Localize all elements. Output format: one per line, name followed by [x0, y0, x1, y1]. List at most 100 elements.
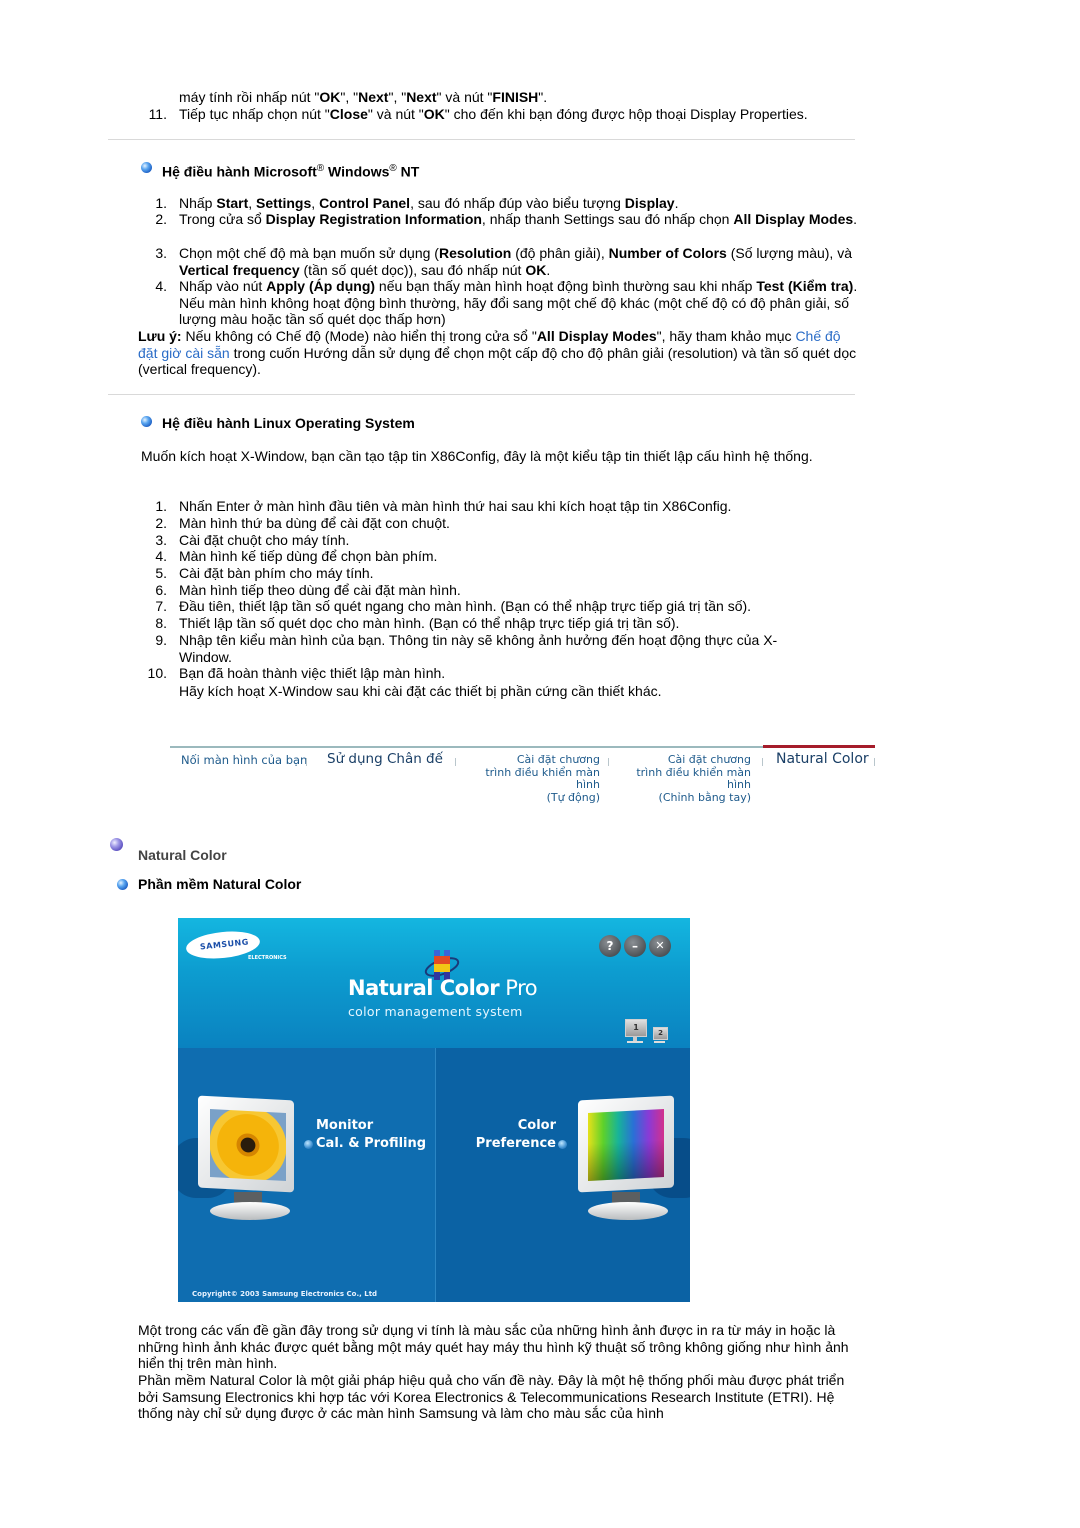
- tab-label: (Tự động): [546, 790, 600, 804]
- tab-natural-color[interactable]: Natural Color: [776, 751, 869, 767]
- color-palette-image: [588, 1109, 664, 1181]
- step-number: 1.: [155, 498, 167, 514]
- close-icon[interactable]: ✕: [649, 935, 671, 957]
- tab-label: Sử dụng Chân đế: [327, 751, 443, 767]
- close-label: Close: [329, 106, 368, 122]
- samsung-brand-sub: ELECTRONICS: [248, 955, 287, 961]
- test-label: Test (Kiểm tra): [756, 278, 854, 294]
- start-label: Start: [216, 195, 249, 211]
- step-number: 7.: [155, 598, 167, 614]
- resolution-label: Resolution: [438, 245, 512, 261]
- text: .: [674, 195, 679, 211]
- option-label: Monitor: [316, 1118, 374, 1133]
- text: .: [546, 261, 551, 278]
- tab-label: (Chỉnh bằng tay): [658, 790, 751, 804]
- bullet-icon: [110, 838, 123, 851]
- app-title: Natural Color Pro: [348, 978, 538, 999]
- paragraph: Phần mềm Natural Color là một giải pháp …: [138, 1372, 845, 1422]
- nav-line: [170, 746, 763, 748]
- divider: [108, 139, 855, 140]
- divider: [108, 394, 855, 395]
- text: Nhấp vào nút: [179, 278, 267, 294]
- monitor-base: [588, 1202, 668, 1220]
- step-11: Tiếp tục nhấp chọn nút "Close" và nút "O…: [179, 106, 859, 123]
- nav-line-active: [763, 745, 875, 748]
- section-title-windows-nt: Hệ điều hành Microsoft® Windows® NT: [162, 161, 419, 180]
- step-number: 5.: [155, 565, 167, 581]
- registered-mark: ®: [389, 163, 397, 174]
- linux-step: Bạn đã hoàn thành việc thiết lập màn hìn…: [179, 665, 446, 681]
- tab-separator: [762, 758, 763, 766]
- tab-driver-auto[interactable]: Cài đặt chương trình điều khiển màn hình…: [466, 753, 600, 804]
- step-number: 4.: [155, 278, 167, 294]
- step-number: 4.: [155, 548, 167, 564]
- text: Trong cửa sổ: [179, 211, 266, 227]
- winnt-step-4: Nhấp vào nút Apply (Áp dụng) nếu bạn thấ…: [179, 278, 859, 328]
- text: (Số lượng màu), và: [726, 245, 852, 261]
- text: trong cuốn Hướng dẫn sử dụng để chọn một…: [138, 344, 857, 378]
- text: " và nút ": [436, 89, 493, 105]
- note-label: Lưu ý:: [138, 328, 182, 344]
- tab-driver-manual[interactable]: Cài đặt chương trình điều khiển màn hình…: [615, 753, 751, 804]
- winnt-step-3: Chọn một chế độ mà bạn muốn sử dụng (Res…: [179, 245, 859, 278]
- monitor-1-base: [627, 1041, 643, 1043]
- text: Natural Color: [348, 976, 500, 1000]
- help-icon[interactable]: ?: [599, 935, 621, 957]
- text: , sau đó nhấp đúp vào biểu tượng: [410, 195, 625, 211]
- tab-use-stand[interactable]: Sử dụng Chân đế: [327, 751, 443, 767]
- text: " và nút ": [367, 106, 424, 122]
- color-preference-option[interactable]: Color Preference: [470, 1117, 556, 1153]
- all-display-modes-label: All Display Modes: [536, 328, 657, 344]
- text: Hệ điều hành Microsoft: [162, 163, 317, 180]
- linux-step: Nhấn Enter ở màn hình đầu tiên và màn hì…: [179, 498, 732, 514]
- winnt-step-2: Trong cửa sổ Display Registration Inform…: [179, 211, 859, 228]
- finish-label: FINISH: [492, 89, 539, 105]
- text: (độ phân giải),: [511, 245, 609, 261]
- step-number: 1.: [155, 195, 167, 211]
- text: ", ": [340, 89, 359, 105]
- option-dot-icon: [558, 1140, 567, 1149]
- monitor-1-icon[interactable]: 1: [625, 1019, 647, 1037]
- ok-label: OK: [319, 89, 341, 105]
- step-number: 3.: [155, 532, 167, 548]
- natural-color-pro-screenshot: SAMSUNG ELECTRONICS ? – ✕ Natural Color …: [178, 918, 690, 1302]
- vertical-frequency-label: Vertical frequency: [179, 261, 300, 278]
- tab-label: Natural Color: [776, 751, 869, 767]
- text: .: [853, 211, 858, 227]
- text: (tần số quét dọc)), sau đó nhấp nút: [299, 261, 526, 278]
- text: Windows: [324, 163, 390, 180]
- linux-step: Đầu tiên, thiết lập tần số quét ngang ch…: [179, 598, 752, 614]
- step-number: 9.: [155, 632, 167, 648]
- step-number: 6.: [155, 582, 167, 598]
- panel-divider: [435, 1048, 436, 1302]
- linux-step: Cài đặt chuột cho máy tính.: [179, 532, 350, 548]
- tab-label: Cài đặt chương: [667, 753, 751, 766]
- settings-label: Settings: [256, 195, 312, 211]
- step-number: 2.: [155, 211, 167, 227]
- text: Tiếp tục nhấp chọn nút ": [179, 106, 330, 122]
- linux-step: Màn hình kế tiếp dùng để chọn bàn phím.: [179, 548, 438, 564]
- text: ,: [311, 195, 320, 211]
- minimize-icon[interactable]: –: [624, 935, 646, 957]
- text: ", hãy tham khảo mục: [656, 328, 796, 344]
- linux-step-10-extra: Hãy kích hoạt X-Window sau khi cài đặt c…: [179, 683, 662, 699]
- step-number: 10.: [147, 665, 167, 681]
- monitor-base: [210, 1202, 290, 1220]
- winnt-step-1: Nhấp Start, Settings, Control Panel, sau…: [179, 195, 859, 212]
- monitor-2-icon[interactable]: 2: [653, 1027, 668, 1040]
- display-registration-label: Display Registration Information: [265, 211, 482, 227]
- monitor-calibration-option[interactable]: Monitor Cal. & Profiling: [316, 1117, 426, 1153]
- text: ".: [538, 89, 548, 105]
- step-number: 11.: [148, 106, 167, 122]
- tab-label: trình điều khiển màn hình: [485, 765, 600, 791]
- tab-connect-monitor[interactable]: Nối màn hình của bạn: [181, 754, 307, 767]
- number-of-colors-label: Number of Colors: [608, 245, 727, 261]
- section-title-linux: Hệ điều hành Linux Operating System: [162, 415, 415, 431]
- text: Muốn kích hoạt X-Window, bạn cần tạo tập…: [141, 448, 813, 464]
- all-display-modes-label: All Display Modes: [733, 211, 854, 227]
- tab-separator: [874, 758, 875, 766]
- text: ", ": [388, 89, 407, 105]
- next-label: Next: [358, 89, 389, 105]
- linux-step: Màn hình tiếp theo dùng để cài đặt màn h…: [179, 582, 461, 598]
- text: Chọn một chế độ mà bạn muốn sử dụng (: [179, 245, 439, 261]
